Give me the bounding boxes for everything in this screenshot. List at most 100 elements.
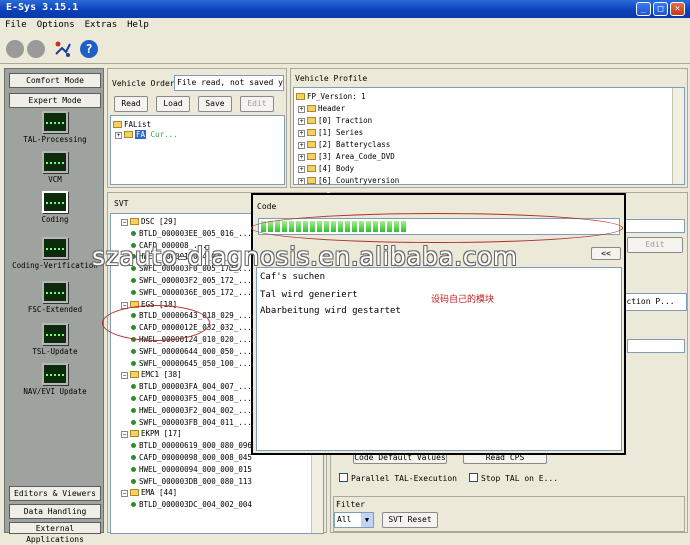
folder-icon xyxy=(307,141,316,148)
expand-icon[interactable]: + xyxy=(115,132,122,139)
tree-node-series[interactable]: + [1] Series xyxy=(298,128,363,137)
tree-node-traction[interactable]: + [0] Traction xyxy=(298,116,372,125)
folder-icon xyxy=(124,131,133,138)
folder-icon xyxy=(130,489,139,497)
log-line: Tal wird generiert xyxy=(260,290,358,300)
vertical-scrollbar[interactable] xyxy=(672,88,684,184)
status-dot-icon xyxy=(131,289,136,295)
tool-fsc-extended[interactable]: FSC-Extended xyxy=(5,281,105,321)
expand-icon[interactable]: + xyxy=(298,166,305,173)
collapse-icon[interactable]: − xyxy=(121,431,128,439)
title-bar: E-Sys 3.15.1 _ □ × xyxy=(0,0,690,18)
read-button[interactable]: Read xyxy=(114,96,148,112)
tool-nav-evi-update[interactable]: NAV/EVI Update xyxy=(5,363,105,403)
tool-vcm[interactable]: VCM xyxy=(5,151,105,191)
svt-leaf-node[interactable]: HWEL_00000094_000_000_015 xyxy=(131,465,252,474)
expand-icon[interactable]: + xyxy=(298,142,305,149)
tool-tal-processing[interactable]: TAL-Processing xyxy=(5,111,105,151)
minimize-button[interactable]: _ xyxy=(636,2,651,16)
tree-node-fp-version[interactable]: FP_Version: 1 xyxy=(296,92,366,101)
menu-bar: File Options Extras Help xyxy=(0,18,690,34)
svt-ecu-node[interactable]: − EKPM [17] xyxy=(121,429,182,439)
expert-mode-button[interactable]: Expert Mode xyxy=(9,93,101,108)
right-field[interactable] xyxy=(621,219,685,233)
chevron-down-icon[interactable]: ▼ xyxy=(361,513,373,527)
svt-ecu-node[interactable]: − EMC1 [38] xyxy=(121,370,182,380)
save-button[interactable]: Save xyxy=(198,96,232,112)
maximize-button[interactable]: □ xyxy=(653,2,668,16)
folder-icon xyxy=(307,117,316,124)
watermark-text: szauto-diagnosis.en.alibaba.com xyxy=(92,242,518,271)
filter-group: Filter All ▼ SVT Reset xyxy=(333,496,685,532)
collapse-icon[interactable]: − xyxy=(121,219,128,226)
data-handling-button[interactable]: Data Handling xyxy=(9,504,101,519)
folder-icon xyxy=(130,430,139,438)
external-applications-button[interactable]: External Applications xyxy=(9,522,101,544)
menu-help[interactable]: Help xyxy=(122,18,154,32)
menu-file[interactable]: File xyxy=(0,18,32,32)
svt-ecu-node[interactable]: − EMA [44] xyxy=(121,488,177,498)
svt-leaf-node[interactable]: SWFL_00000645_050_100_... xyxy=(131,359,252,368)
menu-extras[interactable]: Extras xyxy=(80,18,123,32)
svt-leaf-node[interactable]: SWFL_0000036E_005_172_... xyxy=(131,288,252,297)
right-field-2[interactable] xyxy=(627,339,685,353)
folder-icon xyxy=(130,218,139,225)
folder-icon xyxy=(307,105,316,112)
close-button[interactable]: × xyxy=(670,2,685,16)
parallel-tal-checkbox[interactable]: Parallel TAL-Execution xyxy=(339,473,457,483)
edit-button-right[interactable]: Edit xyxy=(627,237,683,253)
tool-tsl-update[interactable]: TSL-Update xyxy=(5,323,105,363)
expand-icon[interactable]: + xyxy=(298,118,305,125)
svt-leaf-node[interactable]: BTLD_00000619_000_080_096 xyxy=(131,441,252,450)
status-dot-icon xyxy=(131,348,136,354)
tree-node-falist[interactable]: FAList xyxy=(113,120,151,129)
tree-node-batteryclass[interactable]: + [2] Batteryclass xyxy=(298,140,390,149)
collapse-icon[interactable]: − xyxy=(121,490,128,498)
vehicle-order-panel: Vehicle Order File read, not saved yet. … xyxy=(107,68,287,188)
svt-leaf-node[interactable]: SWFL_000003DB_000_080_113 xyxy=(131,477,252,486)
expand-icon[interactable]: + xyxy=(298,130,305,137)
svt-ecu-node[interactable]: − DSC [29] xyxy=(121,217,177,226)
svt-leaf-node[interactable]: CAFD_00000098_000_008_045 xyxy=(131,453,252,462)
folder-icon xyxy=(307,165,316,172)
tree-node-body[interactable]: + [4] Body xyxy=(298,164,354,173)
svt-leaf-node[interactable]: SWFL_00000644_000_050_... xyxy=(131,347,252,356)
svt-leaf-node[interactable]: BTLD_000003EE_005_016_... xyxy=(131,229,252,238)
collapse-button[interactable]: << xyxy=(591,247,621,260)
tree-node-fa[interactable]: + FA Cur... xyxy=(115,130,178,139)
comfort-mode-button[interactable]: Comfort Mode xyxy=(9,73,101,88)
menu-options[interactable]: Options xyxy=(32,18,80,32)
tree-node-countryversion[interactable]: + [6] Countryversion xyxy=(298,176,399,185)
folder-icon xyxy=(307,153,316,160)
expand-icon[interactable]: + xyxy=(298,154,305,161)
edit-button[interactable]: Edit xyxy=(240,96,274,112)
collapse-icon[interactable]: − xyxy=(121,372,128,380)
svt-leaf-node[interactable]: HWEL_000003F2_004_002_... xyxy=(131,406,252,415)
dialog-title: Code xyxy=(257,202,277,211)
tree-node-header[interactable]: + Header xyxy=(298,104,345,113)
tool-coding-verification[interactable]: Coding-Verification xyxy=(5,237,105,277)
svt-leaf-node[interactable]: BTLD_000003DC_004_002_004 xyxy=(131,500,252,509)
svt-reset-button[interactable]: SVT Reset xyxy=(382,512,438,528)
load-button[interactable]: Load xyxy=(156,96,190,112)
filter-select[interactable]: All ▼ xyxy=(334,512,374,528)
back-icon[interactable] xyxy=(6,40,24,58)
monitor-icon xyxy=(42,281,68,303)
expand-icon[interactable]: + xyxy=(298,106,305,113)
connect-icon[interactable] xyxy=(54,40,72,58)
forward-icon[interactable] xyxy=(27,40,45,58)
stop-tal-checkbox[interactable]: Stop TAL on E... xyxy=(469,473,558,483)
expand-icon[interactable]: + xyxy=(298,178,305,185)
status-dot-icon xyxy=(131,384,136,390)
status-dot-icon xyxy=(131,466,136,472)
tool-coding[interactable]: Coding xyxy=(5,191,105,231)
tree-node-area-code[interactable]: + [3] Area_Code_DVD xyxy=(298,152,395,161)
help-icon[interactable]: ? xyxy=(80,40,98,58)
svt-leaf-node[interactable]: CAFD_000003F5_004_008_... xyxy=(131,394,252,403)
svt-leaf-node[interactable]: SWFL_000003F2_005_172_... xyxy=(131,276,252,285)
svt-label: SVT xyxy=(114,199,129,208)
status-dot-icon xyxy=(131,360,136,366)
svt-leaf-node[interactable]: BTLD_000003FA_004_007_... xyxy=(131,382,252,391)
svt-leaf-node[interactable]: SWFL_000003FB_004_011_... xyxy=(131,418,252,427)
editors-viewers-button[interactable]: Editors & Viewers xyxy=(9,486,101,501)
